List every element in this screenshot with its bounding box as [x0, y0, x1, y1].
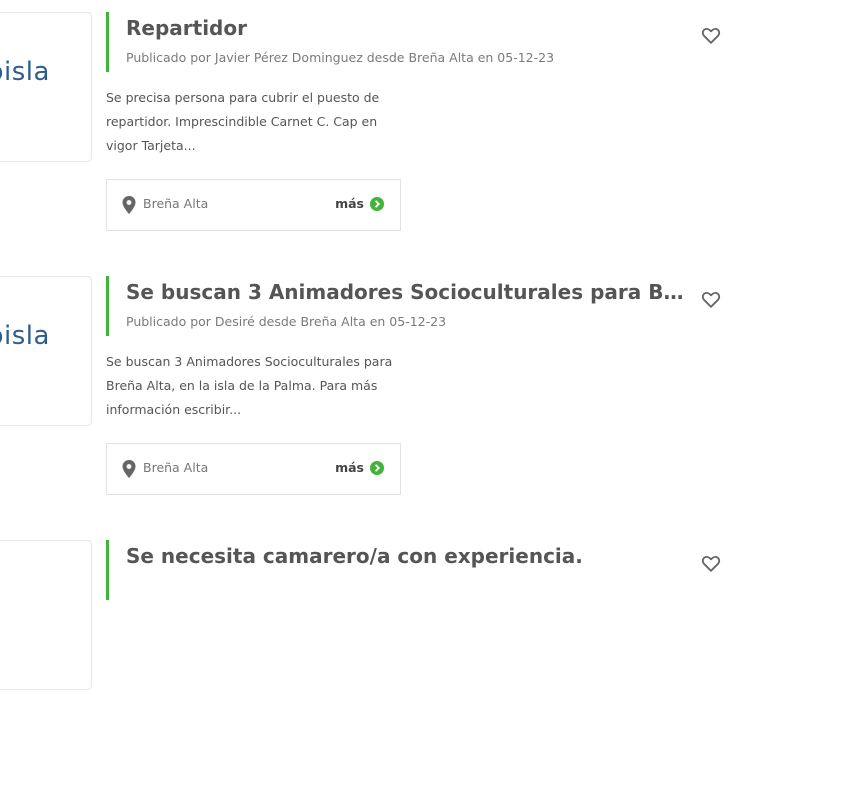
favorite-icon[interactable]: [700, 288, 722, 310]
job-meta: Publicado por Desiré desde Breña Alta en…: [126, 314, 447, 329]
favorite-icon[interactable]: [700, 552, 722, 574]
favorite-icon[interactable]: [700, 24, 722, 46]
company-logo[interactable]: [0, 540, 92, 690]
more-button[interactable]: más: [335, 460, 384, 475]
job-description: Se buscan 3 Animadores Socioculturales p…: [106, 354, 393, 417]
job-listing: Se necesita camarero/a con experiencia.: [0, 528, 860, 788]
job-title[interactable]: Se necesita camarero/a con experiencia.: [126, 544, 686, 568]
chevron-right-circle-icon: [370, 196, 384, 211]
job-title[interactable]: Se buscan 3 Animadores Socioculturales p…: [126, 280, 686, 304]
job-description: Se precisa persona para cubrir el puesto…: [106, 90, 380, 153]
location-text: Breña Alta: [143, 460, 209, 475]
company-logo-text: pisla: [0, 57, 50, 87]
chevron-right-circle-icon: [370, 460, 384, 475]
location-bar: Breña Alta más: [106, 179, 401, 231]
company-logo[interactable]: pisla: [0, 276, 92, 426]
title-block: Se buscan 3 Animadores Socioculturales p…: [106, 276, 689, 336]
job-title[interactable]: Repartidor: [126, 16, 686, 40]
more-button[interactable]: más: [335, 196, 384, 211]
location-bar: Breña Alta más: [106, 443, 401, 495]
title-block: Repartidor Publicado por Javier Pérez Do…: [106, 12, 689, 72]
map-pin-icon: [122, 460, 136, 478]
map-pin-icon: [122, 196, 136, 214]
more-label: más: [335, 196, 364, 211]
job-meta: Publicado por Javier Pérez Dominguez des…: [126, 50, 555, 65]
job-listing: pisla Repartidor Publicado por Javier Pé…: [0, 0, 860, 260]
more-label: más: [335, 460, 364, 475]
company-logo-text: pisla: [0, 321, 50, 351]
location-text: Breña Alta: [143, 196, 209, 211]
job-listing: pisla Se buscan 3 Animadores Sociocultur…: [0, 264, 860, 524]
title-block: Se necesita camarero/a con experiencia.: [106, 540, 689, 600]
company-logo[interactable]: pisla: [0, 12, 92, 162]
